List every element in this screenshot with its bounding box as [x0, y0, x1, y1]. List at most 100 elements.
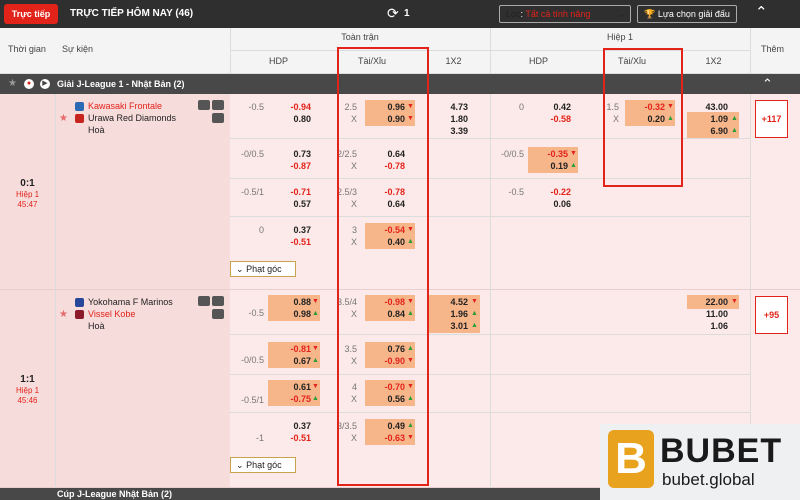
- up-arrow-icon: ▲: [570, 162, 577, 169]
- top-bar: Trực tiếp TRỰC TIẾP HÔM NAY (46) ⟳ 1 Lọc…: [0, 0, 800, 28]
- down-arrow-icon: ▼: [570, 150, 577, 157]
- away-team[interactable]: Vissel Kobe: [88, 309, 135, 319]
- odds-cell[interactable]: -0.58: [531, 113, 571, 125]
- hdp-line: 0: [518, 102, 524, 112]
- refresh-count: 1: [404, 8, 410, 19]
- down-arrow-icon: ▼: [312, 345, 319, 352]
- brand-watermark: B BUBET bubet.global: [600, 424, 800, 500]
- col-hdp: HDP: [268, 56, 288, 66]
- odds-cell[interactable]: 0.61: [271, 381, 311, 393]
- stats-icon[interactable]: [198, 100, 210, 110]
- odds-cell[interactable]: 0.37: [271, 420, 311, 432]
- stats-icon[interactable]: [198, 296, 210, 306]
- filter-select[interactable]: Lọc: Tất cả tính năng ⌄: [499, 5, 631, 23]
- col-more: Thêm: [760, 44, 784, 54]
- refresh-icon[interactable]: ⟳: [387, 5, 399, 21]
- col-event: Sự kiện: [62, 44, 94, 54]
- odds-cell[interactable]: -0.87: [271, 160, 311, 172]
- hdp-line: -0.5: [248, 102, 264, 112]
- match-score: 1:1: [20, 374, 35, 385]
- favorite-star-icon[interactable]: ★: [59, 113, 68, 124]
- match-clock: 45:47: [17, 200, 38, 209]
- odds-cell[interactable]: 1.96: [428, 308, 468, 320]
- up-arrow-icon: ▲: [471, 310, 478, 317]
- odds-cell[interactable]: 0.88: [271, 296, 311, 308]
- league-name: Cúp J-League Nhật Bản (2): [57, 489, 173, 499]
- hdp-line: -0/0.5: [500, 149, 524, 159]
- home-team[interactable]: Kawasaki Frontale: [88, 101, 162, 111]
- pitch-icon[interactable]: [212, 113, 224, 123]
- collapse-all-icon[interactable]: ⌃: [755, 4, 768, 22]
- team-crest-icon: [75, 298, 84, 307]
- hdp-line: -0/0.5: [240, 149, 264, 159]
- odds-cell[interactable]: -0.94: [271, 101, 311, 113]
- odds-cell[interactable]: 11.00: [688, 308, 728, 320]
- chevron-down-icon: ⌄: [617, 9, 625, 19]
- col-half1: Hiệp 1: [606, 32, 633, 42]
- hdp-line: -0.5: [508, 187, 524, 197]
- more-markets-button[interactable]: +117: [755, 100, 788, 138]
- odds-cell[interactable]: 1.06: [688, 320, 728, 332]
- hdp-line: -0/0.5: [240, 355, 264, 365]
- highlight-box: [337, 47, 429, 486]
- odds-cell[interactable]: 43.00: [688, 101, 728, 113]
- favorite-star-icon[interactable]: ★: [59, 309, 68, 320]
- odds-cell[interactable]: 22.00: [688, 296, 728, 308]
- chevron-down-icon: ⌄: [236, 264, 244, 274]
- down-arrow-icon: ▼: [312, 383, 319, 390]
- more-markets-button[interactable]: +95: [755, 296, 788, 334]
- odds-cell[interactable]: -0.71: [271, 186, 311, 198]
- corner-button[interactable]: ⌄ Phạt góc: [230, 457, 296, 473]
- pitch-icon[interactable]: [212, 309, 224, 319]
- odds-cell[interactable]: 0.57: [271, 198, 311, 210]
- odds-cell[interactable]: -0.81: [271, 343, 311, 355]
- corner-button[interactable]: ⌄ Phạt góc: [230, 261, 296, 277]
- record-icon[interactable]: ●: [24, 79, 34, 89]
- odds-cell[interactable]: 0.06: [531, 198, 571, 210]
- odds-cell[interactable]: -0.35: [528, 148, 568, 160]
- odds-cell[interactable]: -0.51: [271, 432, 311, 444]
- match-period: Hiệp 1: [15, 190, 40, 199]
- collapse-league-icon[interactable]: ⌃: [762, 76, 773, 92]
- odds-cell[interactable]: 0.37: [271, 224, 311, 236]
- odds-cell[interactable]: 0.19: [528, 160, 568, 172]
- match-period: Hiệp 1: [15, 386, 40, 395]
- team-crest-icon: [75, 310, 84, 319]
- page-title: TRỰC TIẾP HÔM NAY (46): [70, 8, 194, 19]
- down-arrow-icon: ▼: [471, 298, 478, 305]
- draw-label: Hoà: [88, 125, 105, 135]
- live-video-icon[interactable]: [212, 100, 224, 110]
- hdp-line: 0: [258, 225, 264, 235]
- trophy-icon: 🏆: [644, 9, 656, 19]
- odds-cell[interactable]: 4.52: [428, 296, 468, 308]
- down-arrow-icon: ▼: [731, 298, 738, 305]
- odds-cell[interactable]: 0.98: [271, 308, 311, 320]
- home-team[interactable]: Yokohama F Marinos: [88, 297, 173, 307]
- odds-cell[interactable]: 1.09: [688, 113, 728, 125]
- play-icon[interactable]: ▶: [40, 79, 50, 89]
- odds-cell[interactable]: 3.39: [428, 125, 468, 137]
- live-tab[interactable]: Trực tiếp: [4, 4, 58, 24]
- odds-cell[interactable]: 0.67: [271, 355, 311, 367]
- odds-cell[interactable]: 6.90: [688, 125, 728, 137]
- league-name: Giải J-League 1 - Nhật Bản (2): [57, 79, 185, 89]
- star-icon[interactable]: ★: [8, 78, 17, 89]
- odds-cell[interactable]: -0.51: [271, 236, 311, 248]
- away-team[interactable]: Urawa Red Diamonds: [88, 113, 176, 123]
- col-h1-1x2: 1X2: [705, 56, 722, 66]
- odds-cell[interactable]: -0.22: [531, 186, 571, 198]
- live-video-icon[interactable]: [212, 296, 224, 306]
- odds-cell[interactable]: 4.73: [428, 101, 468, 113]
- odds-cell[interactable]: -0.75: [271, 393, 311, 405]
- highlight-box: [603, 48, 683, 187]
- match-score: 0:1: [20, 178, 35, 189]
- odds-cell[interactable]: 3.01: [428, 320, 468, 332]
- pick-league-button[interactable]: 🏆 Lựa chọn giải đấu: [637, 5, 737, 23]
- odds-cell[interactable]: 1.80: [428, 113, 468, 125]
- odds-cell[interactable]: 0.42: [531, 101, 571, 113]
- up-arrow-icon: ▲: [312, 395, 319, 402]
- hdp-line: -0.5: [248, 308, 264, 318]
- odds-cell[interactable]: 0.73: [271, 148, 311, 160]
- odds-cell[interactable]: 0.80: [271, 113, 311, 125]
- brand-logo-icon: B: [608, 430, 654, 488]
